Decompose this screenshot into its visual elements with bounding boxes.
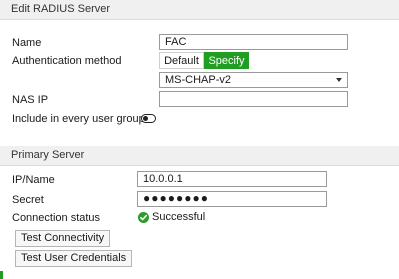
test-connectivity-button[interactable]: Test Connectivity: [15, 230, 111, 247]
dialog-title: Edit RADIUS Server: [0, 0, 399, 20]
connection-status-label: Connection status: [12, 212, 101, 224]
auth-protocol-select[interactable]: MS-CHAP-v2: [159, 72, 348, 88]
auth-method-label: Authentication method: [12, 55, 122, 67]
nas-ip-label: NAS IP: [12, 94, 49, 106]
include-group-label: Include in every user group: [12, 113, 145, 125]
auth-default-option[interactable]: Default: [159, 52, 204, 69]
left-accent-bar: [0, 271, 3, 279]
name-input[interactable]: FAC: [159, 34, 348, 50]
include-group-toggle[interactable]: [141, 114, 156, 123]
check-circle-icon: [138, 212, 149, 223]
nas-ip-input[interactable]: [159, 91, 348, 107]
primary-server-header: Primary Server: [0, 146, 399, 166]
chevron-down-icon: [336, 78, 342, 82]
ip-name-label: IP/Name: [12, 174, 55, 186]
secret-label: Secret: [12, 194, 44, 206]
name-label: Name: [12, 37, 42, 49]
toggle-knob: [143, 116, 148, 121]
ip-name-input[interactable]: 10.0.0.1: [137, 171, 327, 187]
secret-input[interactable]: ●●●●●●●●: [137, 191, 327, 207]
auth-specify-option[interactable]: Specify: [204, 52, 249, 69]
test-user-credentials-button[interactable]: Test User Credentials: [15, 250, 133, 267]
auth-protocol-value: MS-CHAP-v2: [165, 74, 232, 86]
connection-status-value: Successful: [152, 211, 206, 223]
